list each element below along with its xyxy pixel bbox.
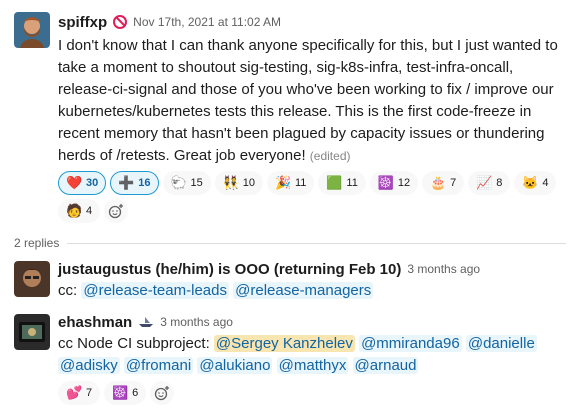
no-entry-icon — [113, 15, 128, 29]
reaction-pill[interactable]: 🎉 11 — [267, 171, 315, 195]
replies-count[interactable]: 2 replies — [14, 236, 59, 250]
timestamp[interactable]: 3 months ago — [407, 262, 480, 276]
avatar[interactable] — [14, 314, 50, 350]
kubernetes-icon: ☸️ — [112, 385, 129, 400]
author-name[interactable]: justaugustus (he/him) is OOO (returning … — [58, 261, 401, 278]
kubernetes-icon: ☸️ — [377, 175, 395, 190]
boat-icon — [139, 317, 154, 327]
author-name[interactable]: ehashman — [58, 314, 132, 331]
cat-icon: 🐱 — [522, 175, 539, 190]
people-icon: 👯 — [222, 175, 239, 190]
edited-label: (edited) — [309, 149, 351, 163]
mention[interactable]: @arnaud — [352, 357, 419, 374]
message-prefix: cc: — [58, 282, 82, 299]
message-body: cc: @release-team-leads @release-manager… — [58, 280, 566, 302]
reaction-count: 7 — [450, 177, 457, 189]
reaction-count: 4 — [542, 177, 549, 189]
reaction-pill[interactable]: ☸️ 6 — [104, 381, 147, 405]
message-body: I don't know that I can thank anyone spe… — [58, 35, 566, 167]
avatar[interactable] — [14, 261, 50, 297]
cake-icon: 🎂 — [430, 175, 447, 190]
add-reaction-button[interactable] — [150, 381, 175, 405]
reaction-pill[interactable]: 👯 10 — [214, 171, 263, 195]
divider-line — [67, 242, 566, 244]
person-icon: 🧑 — [66, 203, 83, 218]
mention[interactable]: @adisky — [58, 357, 120, 374]
reaction-pill[interactable]: ➕ 16 — [110, 171, 159, 195]
reaction-count: 11 — [295, 177, 307, 189]
mention[interactable]: @danielle — [465, 335, 537, 352]
timestamp[interactable]: 3 months ago — [160, 315, 233, 329]
reaction-bar: ❤️ 30 ➕ 16 🐑 15 👯 10 🎉 11 🟩 11 ☸️ 12 🎂 7 📈 8 🐱 4 🧑 4 — [58, 171, 566, 223]
reaction-count: 12 — [397, 177, 411, 189]
add-reaction-button[interactable] — [104, 199, 129, 223]
reaction-pill[interactable]: 💕 7 — [58, 381, 101, 405]
message-prefix: cc Node CI subproject: — [58, 335, 214, 352]
reaction-count: 4 — [86, 205, 93, 217]
chart-icon: 📈 — [476, 175, 493, 190]
message-text: I don't know that I can thank anyone spe… — [58, 37, 558, 164]
avatar[interactable] — [14, 12, 50, 48]
plus-icon: ➕ — [118, 175, 135, 190]
heart-icon: ❤️ — [66, 175, 83, 190]
reaction-pill[interactable]: 📈 8 — [468, 171, 511, 195]
message-body: cc Node CI subproject: @Sergey Kanzhelev… — [58, 333, 566, 377]
mention-self[interactable]: @Sergey Kanzhelev — [213, 335, 355, 352]
reaction-count: 8 — [496, 177, 503, 189]
author-name[interactable]: spiffxp — [58, 14, 107, 31]
reaction-pill[interactable]: 🎂 7 — [422, 171, 465, 195]
mention[interactable]: @alukiano — [197, 357, 273, 374]
pink-hearts-icon: 💕 — [66, 385, 83, 400]
reaction-pill[interactable]: ☸️ 12 — [369, 171, 419, 195]
add-emoji-icon — [155, 386, 170, 401]
replies-divider: 2 replies — [14, 236, 566, 250]
reaction-count: 30 — [86, 177, 99, 189]
reaction-pill[interactable]: 🧑 4 — [58, 199, 101, 223]
reaction-count: 6 — [132, 387, 139, 399]
tada-icon: 🎉 — [275, 175, 292, 190]
mention[interactable]: @release-managers — [233, 282, 374, 299]
reaction-count: 16 — [138, 177, 151, 189]
herd-icon: 🐑 — [170, 175, 187, 190]
reaction-pill[interactable]: 🐑 15 — [162, 171, 211, 195]
reaction-count: 15 — [190, 177, 203, 189]
timestamp[interactable]: Nov 17th, 2021 at 11:02 AM — [133, 15, 281, 29]
reaction-pill[interactable]: 🟩 11 — [318, 171, 366, 195]
reaction-count: 11 — [346, 177, 358, 189]
mention[interactable]: @matthyx — [276, 357, 349, 374]
reaction-pill[interactable]: ❤️ 30 — [58, 171, 107, 195]
reaction-bar: 💕 7 ☸️ 6 — [58, 381, 566, 405]
add-emoji-icon — [108, 204, 124, 219]
green-grid-icon: 🟩 — [326, 175, 343, 190]
reaction-pill[interactable]: 🐱 4 — [514, 171, 557, 195]
reaction-count: 10 — [242, 177, 255, 189]
mention[interactable]: @release-team-leads — [81, 282, 229, 299]
mention[interactable]: @fromani — [123, 357, 194, 374]
reaction-count: 7 — [86, 387, 93, 399]
mention[interactable]: @mmiranda96 — [359, 335, 462, 352]
